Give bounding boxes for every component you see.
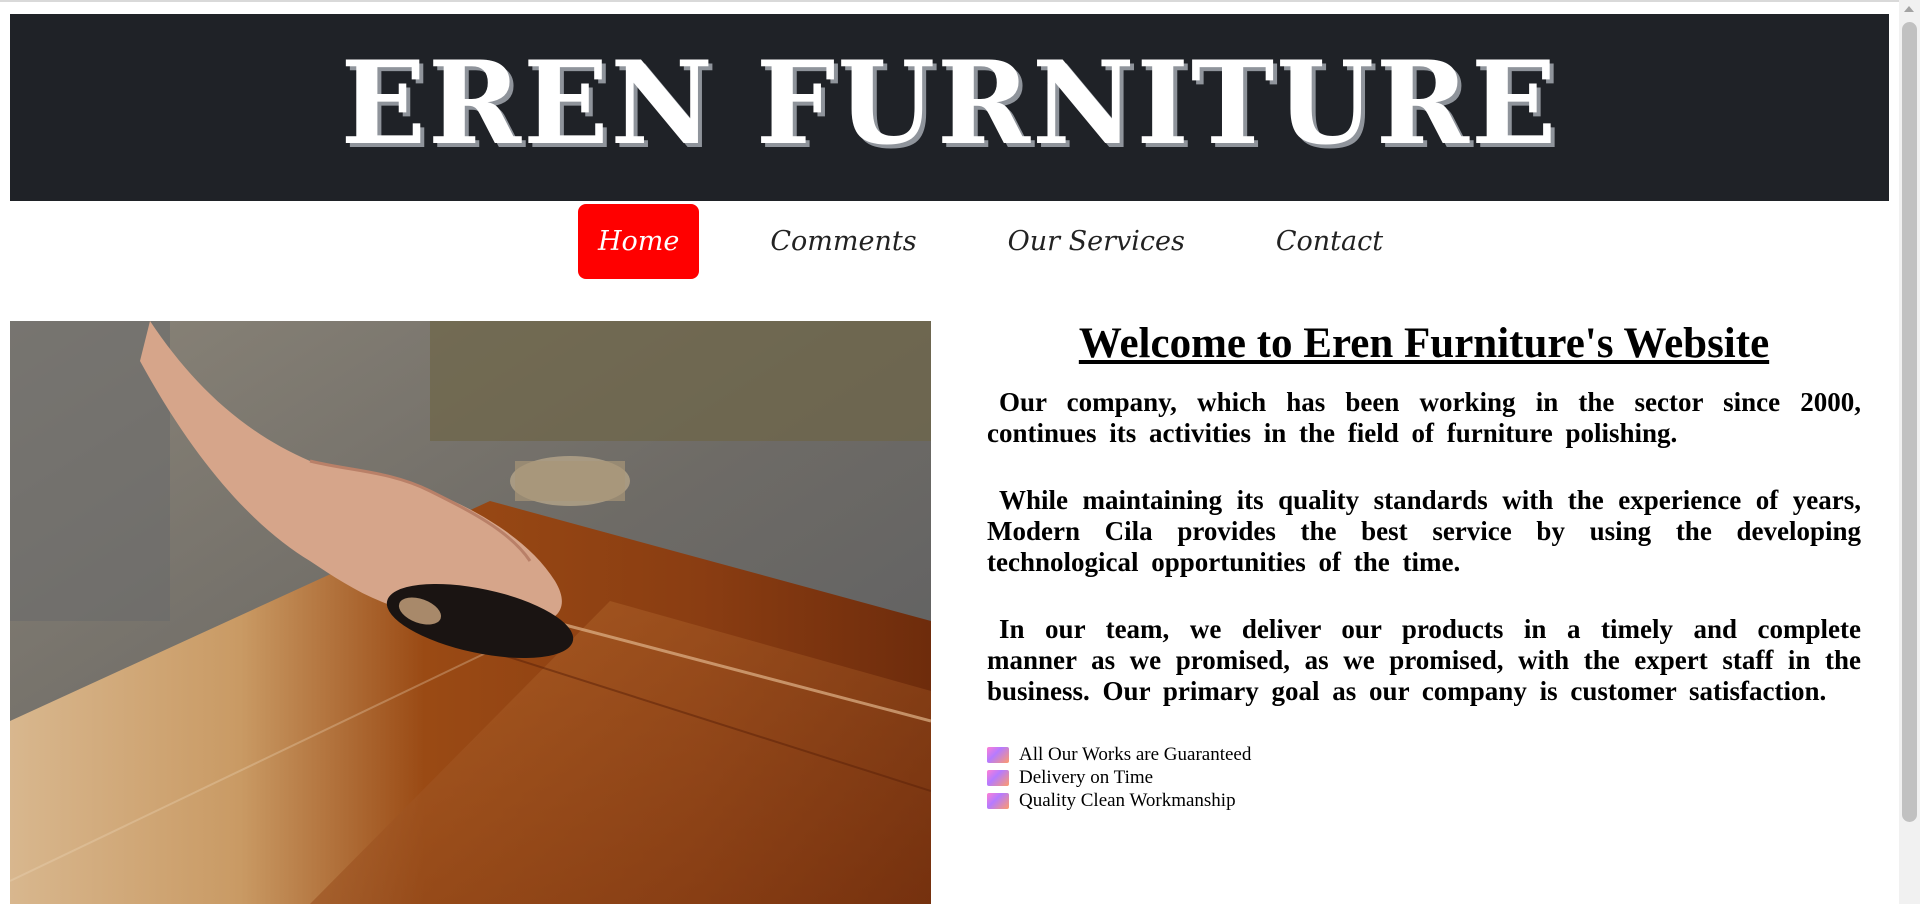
hero-photo-illustration [10,321,931,904]
intro-paragraph-3: In our team, we deliver our products in … [987,614,1861,707]
feature-label: Quality Clean Workmanship [1019,790,1236,812]
site-title: EREN FURNITURE [340,36,1559,170]
feature-label: All Our Works are Guaranteed [1019,744,1252,766]
intro-paragraph-1: Our company, which has been working in t… [987,387,1861,449]
main-nav: Home Comments Our Services Contact [578,204,1454,279]
gradient-bullet-icon [987,746,1009,763]
scroll-up-arrow-icon[interactable] [1904,6,1914,12]
browser-top-edge [0,0,1920,2]
vertical-scrollbar[interactable] [1899,0,1920,904]
welcome-section: Welcome to Eren Furniture's Website Our … [987,320,1861,812]
nav-our-services[interactable]: Our Services [988,204,1205,279]
nav-home[interactable]: Home [578,204,700,279]
scrollbar-thumb[interactable] [1902,22,1917,822]
page: EREN FURNITURE Home Comments Our Service… [0,0,1920,904]
welcome-heading: Welcome to Eren Furniture's Website [1078,320,1770,367]
nav-contact[interactable]: Contact [1256,204,1403,279]
features-list: All Our Works are Guaranteed Delivery on… [987,743,1861,812]
gradient-bullet-icon [987,792,1009,809]
list-item: Quality Clean Workmanship [987,789,1861,812]
list-item: Delivery on Time [987,766,1861,789]
hero-image [10,321,931,904]
site-header: EREN FURNITURE [10,14,1889,201]
intro-paragraph-2: While maintaining its quality standards … [987,485,1861,578]
feature-label: Delivery on Time [1019,767,1154,789]
list-item: All Our Works are Guaranteed [987,743,1861,766]
gradient-bullet-icon [987,769,1009,786]
nav-comments[interactable]: Comments [750,204,936,279]
